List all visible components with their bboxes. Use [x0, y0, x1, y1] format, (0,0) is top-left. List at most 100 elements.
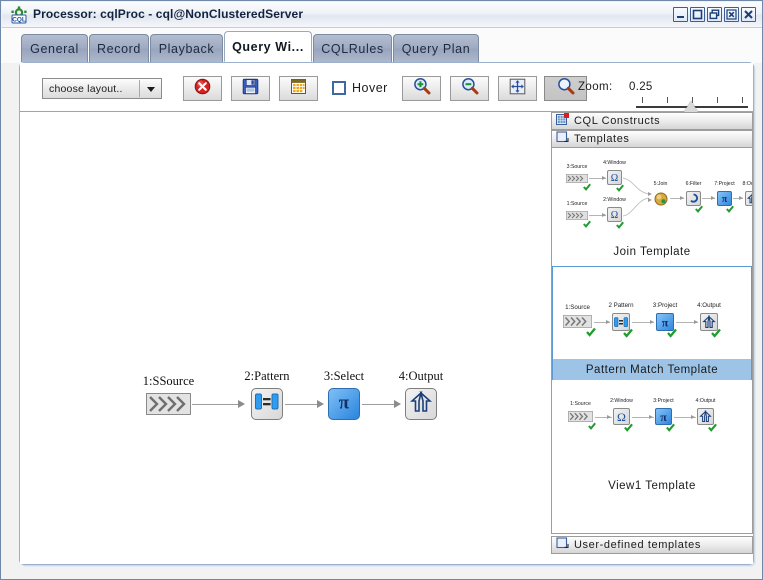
check-badge-icon — [583, 215, 591, 228]
template-label: View1 Template — [608, 479, 696, 492]
magnifier-minus-icon — [461, 77, 479, 100]
mini-node: 8:Output — [743, 181, 752, 206]
check-badge-icon — [586, 324, 596, 337]
graph-edge — [362, 404, 397, 405]
graph-arrow-head — [394, 400, 401, 408]
pattern-equals-icon — [255, 393, 279, 416]
calendar-grid-icon — [290, 78, 307, 100]
window-title: Processor: cqlProc - cql@NonClusteredSer… — [33, 7, 304, 21]
query-canvas[interactable]: 1:SSource 2:Pattern 3:Select π 4:Output … — [20, 112, 753, 564]
template-label: Join Template — [613, 245, 691, 258]
pi-icon: π — [332, 391, 356, 418]
mini-node: 2:Window Ω — [603, 197, 626, 229]
mini-node: 4:Output — [696, 398, 717, 432]
magnifier-icon — [557, 77, 575, 100]
check-badge-icon — [666, 419, 675, 432]
mini-node-caption: 4:Window — [603, 160, 626, 166]
tab-record[interactable]: Record — [89, 34, 149, 62]
graph-node-caption: 1:SSource — [142, 374, 195, 388]
mini-node-caption: 8:Output — [742, 181, 753, 187]
tab-general[interactable]: General — [21, 34, 88, 62]
slider-thumb[interactable] — [684, 101, 698, 112]
template-item-view1[interactable]: 1:Source 2:Window Ω 3:Project π 4:Output… — [552, 380, 752, 498]
graph-arrow-head — [317, 400, 324, 408]
omega-icon: Ω — [613, 408, 633, 432]
palette-header-label: CQL Constructs — [574, 115, 661, 127]
mini-node-caption: 6:Filter — [685, 181, 702, 187]
mini-arrow-head — [694, 320, 698, 324]
graph-node-pattern[interactable]: 2:Pattern — [244, 369, 290, 420]
combo-divider — [139, 80, 140, 97]
layout-combo[interactable]: choose layout.. — [42, 78, 162, 99]
check-badge-icon — [588, 417, 596, 430]
omega-icon: Ω — [607, 170, 624, 192]
window-controls — [673, 7, 756, 24]
double-up-arrow-icon — [697, 408, 717, 432]
template-item-join[interactable]: 3:Source 4:Window Ω 1:Source 2:Window Ω … — [552, 148, 752, 266]
mini-node: 7:Project π — [714, 181, 735, 213]
template-item-pattern-match[interactable]: 1:Source 2 Pattern 3:Project π 4:Output … — [552, 266, 752, 380]
mini-node-caption: 3:Source — [566, 164, 588, 170]
template-thumbnail: 3:Source 4:Window Ω 1:Source 2:Window Ω … — [552, 148, 752, 241]
pi-icon: π — [717, 191, 734, 213]
double-up-arrow-icon — [409, 390, 433, 418]
join-sphere-icon — [653, 191, 668, 206]
mini-node: 2:Window Ω — [610, 398, 633, 432]
mini-arrow-head — [691, 415, 695, 419]
hover-checkbox[interactable]: Hover — [332, 81, 388, 95]
document-corner-icon — [556, 131, 569, 147]
palette-header-templates[interactable]: Templates — [551, 130, 753, 148]
graph-node-select[interactable]: 3:Select π — [324, 369, 364, 420]
tab-cqlrules[interactable]: CQLRules — [313, 34, 392, 62]
check-badge-icon — [726, 200, 734, 213]
floppy-disk-icon — [242, 78, 259, 100]
fit-to-window-button[interactable] — [498, 76, 537, 101]
graph-node-output[interactable]: 4:Output — [399, 369, 443, 420]
close-all-button[interactable] — [724, 7, 739, 22]
red-circle-x-icon — [194, 78, 211, 100]
tab-playback[interactable]: Playback — [150, 34, 223, 62]
double-up-arrow-icon — [700, 313, 721, 338]
mini-node: 4:Window Ω — [603, 160, 626, 192]
palette-footer-user-defined[interactable]: User-defined templates — [551, 536, 753, 554]
mini-node-caption: 7:Project — [714, 181, 735, 187]
pi-icon: π — [656, 313, 677, 338]
delete-button[interactable] — [183, 76, 222, 101]
tab-query-wizard[interactable]: Query Wi... — [224, 31, 312, 62]
zoom-label: Zoom: — [578, 81, 613, 93]
zoom-in-button[interactable] — [402, 76, 441, 101]
mini-arrow-head — [739, 196, 743, 200]
mini-node: 1:Source — [568, 401, 596, 430]
save-button[interactable] — [231, 76, 270, 101]
cql-gear-icon: CQL — [10, 6, 28, 24]
graph-arrow-head — [238, 400, 245, 408]
double-up-arrow-icon — [745, 191, 752, 206]
pattern-equals-icon — [612, 313, 633, 338]
check-badge-icon — [708, 419, 717, 432]
chevrons-icon — [566, 211, 591, 228]
document-corner-icon — [556, 537, 569, 553]
graph-node-ssource[interactable]: 1:SSource — [143, 374, 194, 415]
zoom-out-button[interactable] — [450, 76, 489, 101]
mini-arrow-head — [606, 320, 610, 324]
mini-node-caption: 1:Source — [566, 201, 588, 207]
palette-header-label: Templates — [574, 133, 630, 145]
tab-bar: General Record Playback Query Wi... CQLR… — [1, 28, 762, 63]
palette-header-cql-constructs[interactable]: CQL Constructs — [551, 112, 753, 130]
grid-button[interactable] — [279, 76, 318, 101]
maximize-button[interactable] — [690, 7, 705, 22]
hover-checkbox-box[interactable] — [332, 81, 346, 95]
minimize-button[interactable] — [673, 7, 688, 22]
mini-arrow-head — [607, 415, 611, 419]
close-button[interactable] — [741, 7, 756, 22]
mini-arrow-head — [650, 320, 654, 324]
graph-node-box — [405, 388, 437, 420]
restore-button[interactable] — [707, 7, 722, 22]
query-wizard-panel: choose layout.. Hover Zoom: 0.25 1:SSour… — [19, 62, 754, 565]
tab-query-plan[interactable]: Query Plan — [393, 34, 479, 62]
palette-template-list[interactable]: 3:Source 4:Window Ω 1:Source 2:Window Ω … — [551, 148, 753, 534]
svg-text:π: π — [339, 392, 350, 413]
svg-text:CQL: CQL — [12, 17, 26, 24]
mini-node: 3:Source — [566, 164, 591, 191]
zoom-slider[interactable] — [636, 97, 748, 112]
